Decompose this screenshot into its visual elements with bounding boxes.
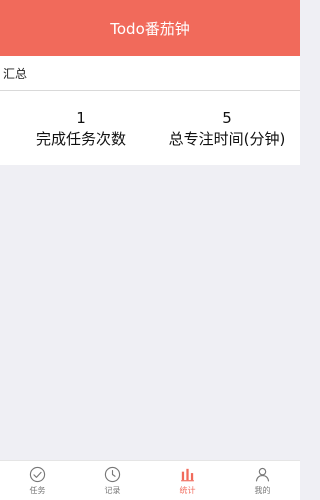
tab-records-label: 记录	[104, 486, 121, 495]
summary-label: 汇总	[3, 66, 28, 81]
stat-completed-tasks: 1 完成任务次数	[0, 91, 154, 165]
tab-profile-label: 我的	[254, 486, 271, 495]
completed-tasks-value: 1	[76, 108, 86, 127]
focus-time-label: 总专注时间(分钟)	[168, 129, 286, 148]
content-area	[0, 165, 300, 460]
focus-time-value: 5	[222, 108, 232, 127]
summary-header: 汇总	[0, 56, 300, 91]
tab-tasks-label: 任务	[29, 486, 46, 495]
completed-tasks-label: 完成任务次数	[35, 129, 126, 148]
tab-statistics-label: 统计	[179, 486, 196, 495]
app-root: Todo番茄钟 汇总 1 完成任务次数 5 总专注时间(分钟) 任务 记录 统计…	[0, 0, 300, 500]
user-icon	[254, 465, 272, 483]
tab-tasks[interactable]: 任务	[0, 461, 75, 500]
bottom-tab-bar: 任务 记录 统计 我的	[0, 460, 300, 500]
tab-statistics[interactable]: 统计	[150, 461, 225, 500]
tab-records[interactable]: 记录	[75, 461, 150, 500]
app-title: Todo番茄钟	[110, 19, 190, 38]
tab-profile[interactable]: 我的	[225, 461, 300, 500]
bar-chart-icon	[179, 465, 197, 483]
title-bar: Todo番茄钟	[0, 0, 300, 56]
clock-icon	[104, 465, 122, 483]
stat-focus-time: 5 总专注时间(分钟)	[154, 91, 300, 165]
check-circle-icon	[29, 465, 47, 483]
stats-card: 1 完成任务次数 5 总专注时间(分钟)	[0, 91, 300, 165]
